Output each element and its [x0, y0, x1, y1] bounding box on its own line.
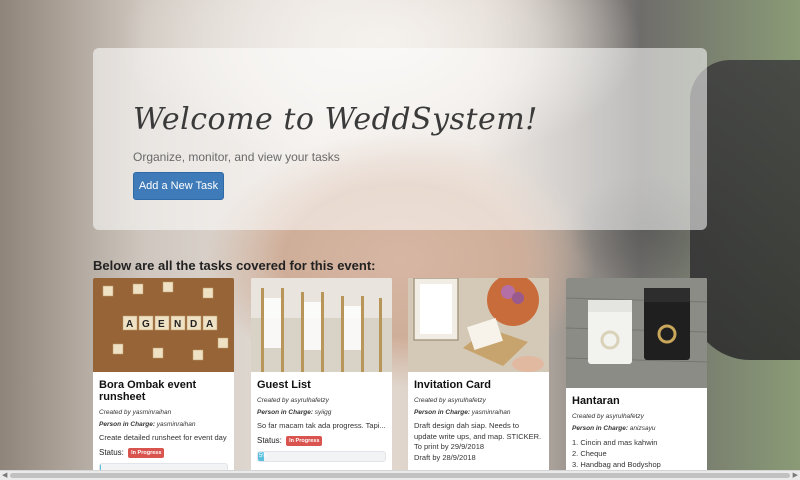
person-label: Person in Charge:: [572, 425, 628, 432]
task-description: Draft design dah siap. Needs to update w…: [414, 421, 543, 463]
progress-text: 5%: [259, 452, 268, 459]
hantaran-list: 1. Cincin and mas kahwin 2. Cheque 3. Ha…: [572, 437, 701, 470]
svg-text:E: E: [158, 319, 165, 330]
task-title[interactable]: Guest List: [257, 379, 386, 391]
person-name: yasminraihan: [471, 409, 511, 416]
task-card-hantaran[interactable]: Hantaran Created by asyrulhafetzy Person…: [566, 278, 707, 480]
list-item: 3. Handbag and Bodyshop: [572, 460, 661, 469]
list-item: 1. Cincin and mas kahwin: [572, 438, 658, 447]
welcome-jumbotron: Welcome to WeddSystem! Organize, monitor…: [93, 48, 707, 230]
svg-text:N: N: [174, 319, 181, 330]
svg-text:A: A: [206, 319, 213, 330]
scroll-left-icon[interactable]: ◀: [2, 471, 7, 480]
person-label: Person in Charge:: [99, 421, 155, 428]
list-item: 2. Cheque: [572, 449, 607, 458]
task-creator: Created by asyrulhafetzy: [257, 397, 329, 404]
task-image-invitation: [408, 278, 549, 372]
task-description: Create detailed runsheet for event day: [99, 433, 227, 442]
status-label: Status:: [99, 447, 124, 457]
person-label: Person in Charge:: [414, 409, 470, 416]
page-subtitle: Organize, monitor, and view your tasks: [133, 150, 340, 164]
task-description-line: Draft by 28/9/2018: [414, 452, 476, 462]
add-task-button[interactable]: Add a New Task: [133, 172, 224, 200]
task-person-in-charge: Person in Charge: yasminraihan: [99, 421, 228, 428]
task-card-runsheet[interactable]: AGE NDA Bora Ombak event runsheet Create…: [93, 278, 234, 480]
task-person-in-charge: Person in Charge: anizsayu: [572, 425, 701, 432]
task-image-chairs: [251, 278, 392, 372]
status-label: Status:: [257, 435, 282, 445]
task-status: Status: In Progress: [99, 447, 228, 458]
task-description-line: To print by 29/9/2018: [414, 442, 485, 451]
svg-text:D: D: [190, 319, 197, 330]
person-name: syiigg: [314, 409, 332, 416]
task-status: Status: In Progress: [257, 435, 386, 446]
task-person-in-charge: Person in Charge: yasminraihan: [414, 409, 543, 416]
task-title[interactable]: Bora Ombak event runsheet: [99, 379, 228, 403]
task-title[interactable]: Hantaran: [572, 395, 701, 407]
status-badge: In Progress: [128, 447, 165, 458]
progress-bar: 5%: [257, 450, 386, 462]
page-title: Welcome to WeddSystem!: [133, 102, 538, 137]
scroll-right-icon[interactable]: ▶: [793, 471, 798, 480]
task-image-rings: [566, 278, 707, 388]
person-label: Person in Charge:: [257, 409, 313, 416]
svg-text:A: A: [126, 319, 133, 330]
person-name: anizsayu: [629, 425, 656, 432]
task-image-agenda: AGE NDA: [93, 278, 234, 372]
task-creator: Created by yasminraihan: [99, 409, 172, 416]
person-name: yasminraihan: [156, 421, 196, 428]
task-card-guest-list[interactable]: Guest List Created by asyrulhafetzy Pers…: [251, 278, 392, 480]
tasks-section-title: Below are all the tasks covered for this…: [93, 258, 376, 273]
task-description: So far macam tak ada progress. Tapi...: [257, 421, 386, 430]
svg-text:G: G: [142, 319, 150, 330]
task-card-invitation[interactable]: Invitation Card Created by asyrulhafetzy…: [408, 278, 549, 480]
task-description-line: Draft design dah siap. Needs to update w…: [414, 421, 542, 441]
scrollbar-thumb[interactable]: [10, 473, 790, 478]
task-title[interactable]: Invitation Card: [414, 379, 543, 391]
status-badge: In Progress: [286, 435, 323, 446]
horizontal-scrollbar[interactable]: ◀ ▶: [0, 470, 800, 480]
task-creator: Created by asyrulhafetzy: [414, 397, 486, 404]
task-person-in-charge: Person in Charge: syiigg: [257, 409, 386, 416]
task-creator: Created by asyrulhafetzy: [572, 413, 644, 420]
